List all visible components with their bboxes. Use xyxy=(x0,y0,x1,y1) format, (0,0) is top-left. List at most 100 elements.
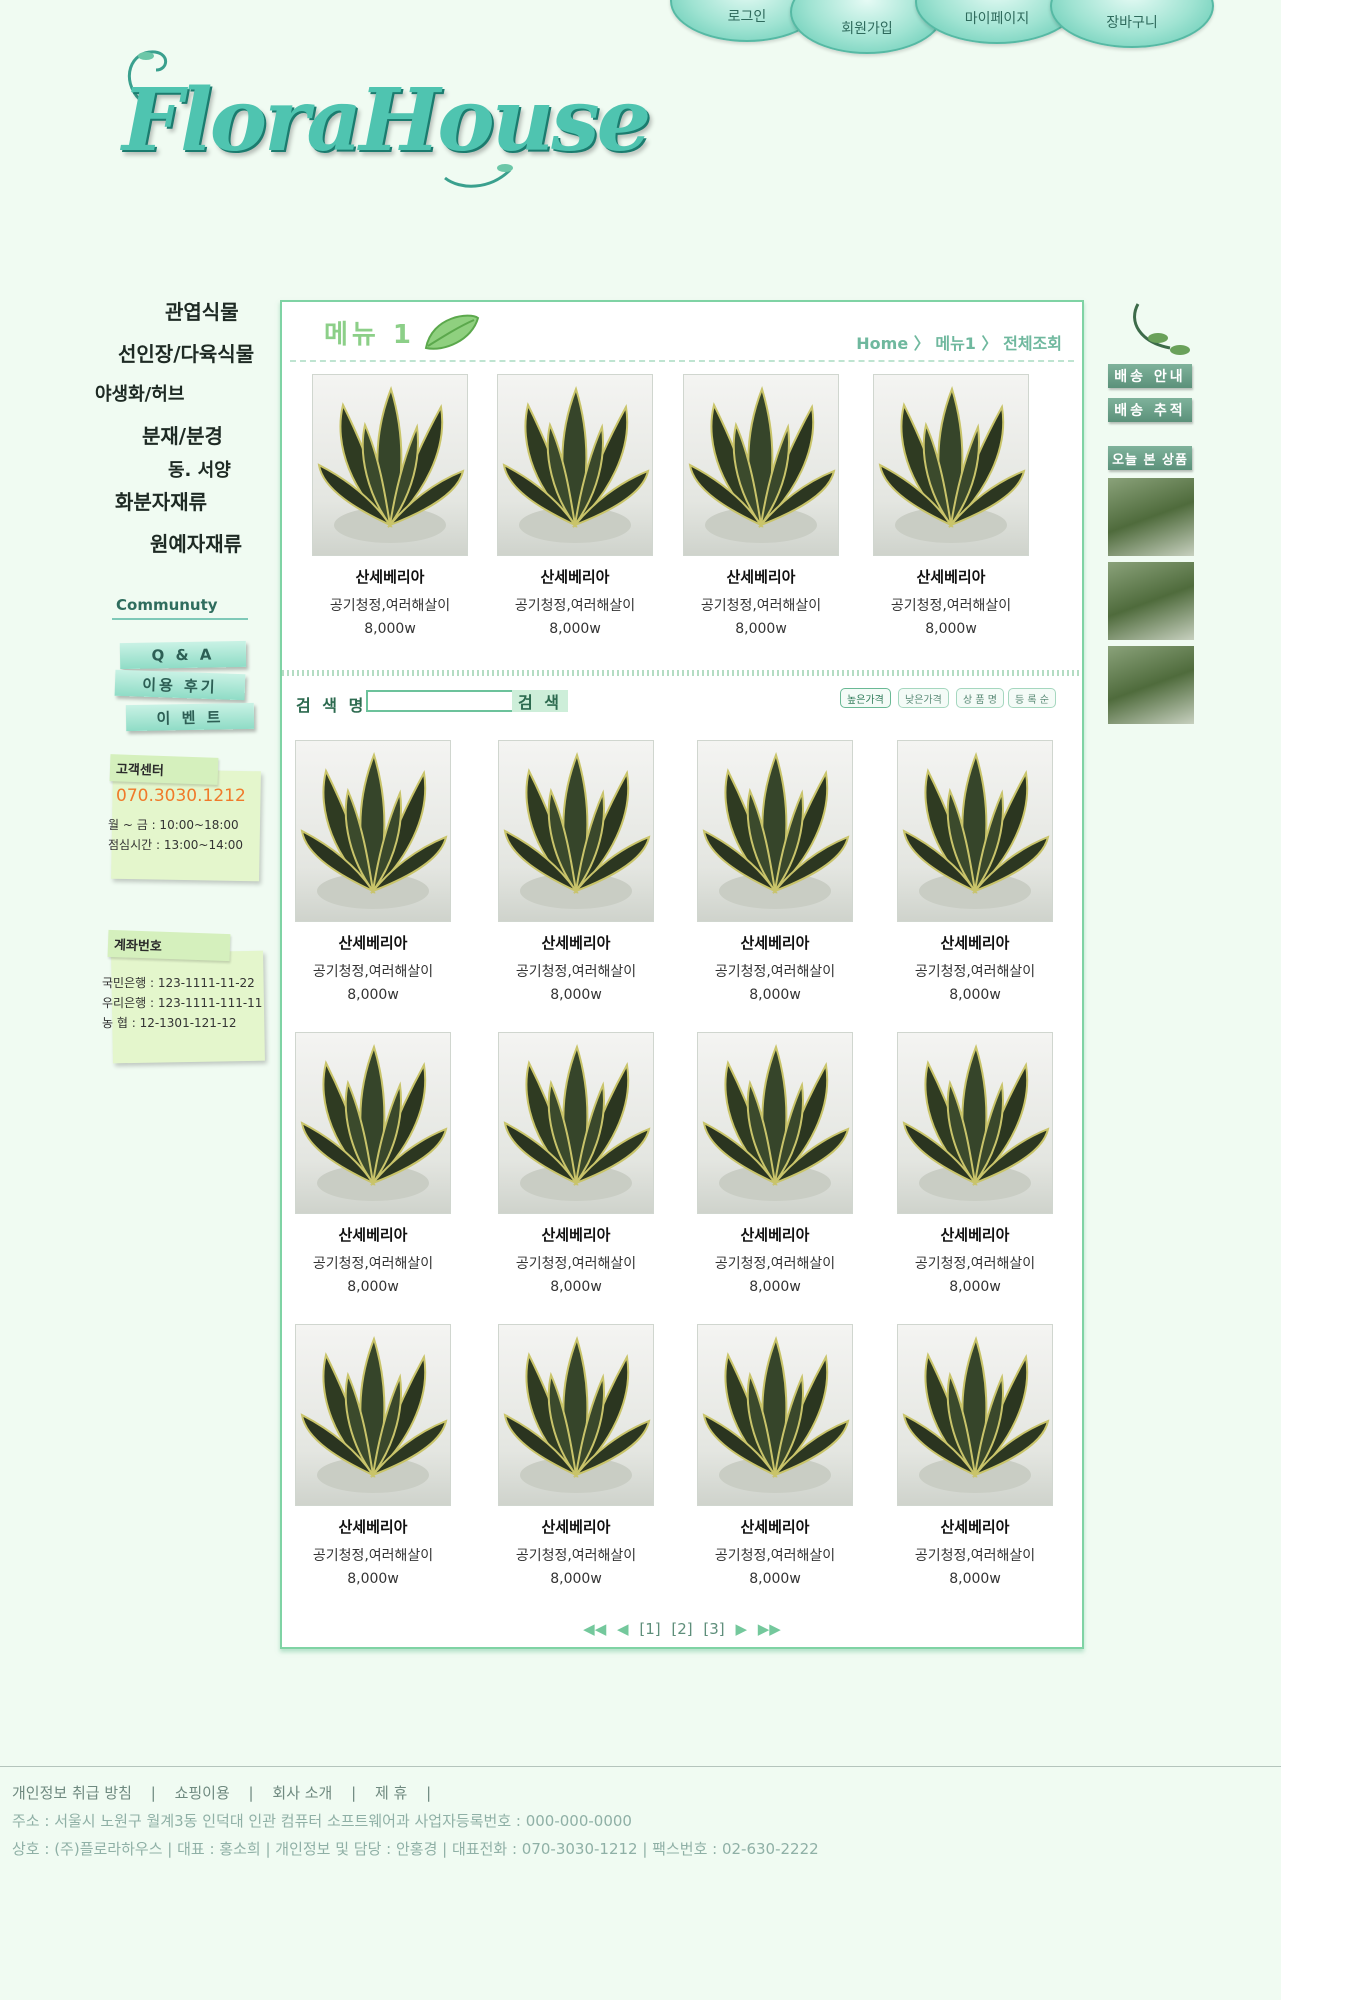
site-logo[interactable]: FloraHouse xyxy=(110,40,651,200)
product-image[interactable] xyxy=(498,740,654,922)
breadcrumb-home[interactable]: Home xyxy=(856,334,908,353)
product-card[interactable]: 산세베리아 공기청정,여러해살이 8,000w xyxy=(283,1032,463,1295)
next-page-button[interactable]: ▶ xyxy=(735,1620,747,1638)
product-name[interactable]: 산세베리아 xyxy=(671,566,851,587)
category-cactus[interactable]: 선인장/다육식물 xyxy=(118,338,254,367)
community-underline xyxy=(112,618,248,620)
product-name[interactable]: 산세베리아 xyxy=(861,566,1041,587)
product-desc: 공기청정,여러해살이 xyxy=(914,1256,1036,1272)
category-wildflower[interactable]: 야생화/허브 xyxy=(95,380,184,406)
cart-button[interactable]: 장바구니 xyxy=(1050,0,1214,48)
company-intro-link[interactable]: 회사 소개 xyxy=(272,1784,332,1802)
product-image[interactable] xyxy=(873,374,1029,556)
product-desc: 공기청정,여러해살이 xyxy=(515,964,637,980)
product-image[interactable] xyxy=(683,374,839,556)
product-desc: 공기청정,여러해살이 xyxy=(700,598,822,614)
main-content: 메뉴 1 Home 〉 메뉴1 〉 전체조회 검 색 명 검 색 높은가격 낮은… xyxy=(280,300,1084,1649)
product-image[interactable] xyxy=(897,1324,1053,1506)
product-name[interactable]: 산세베리아 xyxy=(885,1516,1065,1537)
shipping-track-button[interactable]: 배송 추적 xyxy=(1108,398,1192,422)
customer-center-phone: 070.3030.1212 xyxy=(116,786,246,806)
product-image[interactable] xyxy=(897,1032,1053,1214)
recent-item-thumbnail[interactable] xyxy=(1108,646,1194,724)
partnership-link[interactable]: 제 휴 xyxy=(375,1784,407,1802)
recent-item-thumbnail[interactable] xyxy=(1108,562,1194,640)
sort-price-high[interactable]: 높은가격 xyxy=(840,688,891,708)
product-card[interactable]: 산세베리아 공기청정,여러해살이 8,000w xyxy=(283,1324,463,1587)
product-name[interactable]: 산세베리아 xyxy=(685,1516,865,1537)
product-name[interactable]: 산세베리아 xyxy=(486,932,666,953)
plant-image-icon xyxy=(300,1335,448,1493)
product-card[interactable]: 산세베리아 공기청정,여러해살이 8,000w xyxy=(485,374,665,637)
product-image[interactable] xyxy=(312,374,468,556)
product-card[interactable]: 산세베리아 공기청정,여러해살이 8,000w xyxy=(300,374,480,637)
category-foliage[interactable]: 관엽식물 xyxy=(165,296,239,325)
product-image[interactable] xyxy=(697,1032,853,1214)
review-button[interactable]: 이용 후기 xyxy=(114,669,246,701)
community-title[interactable]: Communuty xyxy=(116,596,218,614)
product-card[interactable]: 산세베리아 공기청정,여러해살이 8,000w xyxy=(486,1324,666,1587)
product-image[interactable] xyxy=(498,1324,654,1506)
event-button[interactable]: 이 벤 트 xyxy=(125,702,255,732)
page-1[interactable]: [1] xyxy=(639,1620,660,1638)
product-card[interactable]: 산세베리아 공기청정,여러해살이 8,000w xyxy=(861,374,1041,637)
product-desc: 공기청정,여러해살이 xyxy=(890,598,1012,614)
product-name[interactable]: 산세베리아 xyxy=(283,1516,463,1537)
search-button[interactable]: 검 색 xyxy=(512,690,569,712)
product-name[interactable]: 산세베리아 xyxy=(885,1224,1065,1245)
sort-registered[interactable]: 등 록 순 xyxy=(1008,688,1056,708)
search-input[interactable] xyxy=(366,690,514,712)
product-image[interactable] xyxy=(295,1032,451,1214)
shopping-guide-link[interactable]: 쇼핑이용 xyxy=(175,1784,230,1802)
qna-button[interactable]: Q & A xyxy=(119,640,247,670)
footer-separator: | xyxy=(426,1784,432,1802)
last-page-button[interactable]: ▶▶ xyxy=(758,1620,781,1638)
product-price: 8,000w xyxy=(749,1571,801,1587)
category-east-west[interactable]: 동. 서양 xyxy=(168,456,231,482)
category-bonsai[interactable]: 분재/분경 xyxy=(142,420,223,449)
product-desc: 공기청정,여러해살이 xyxy=(312,1256,434,1272)
page-3[interactable]: [3] xyxy=(703,1620,724,1638)
product-name[interactable]: 산세베리아 xyxy=(486,1224,666,1245)
product-image[interactable] xyxy=(497,374,653,556)
product-name[interactable]: 산세베리아 xyxy=(486,1516,666,1537)
product-card[interactable]: 산세베리아 공기청정,여러해살이 8,000w xyxy=(671,374,851,637)
product-name[interactable]: 산세베리아 xyxy=(485,566,665,587)
product-name[interactable]: 산세베리아 xyxy=(283,1224,463,1245)
breadcrumb-menu[interactable]: 메뉴1 xyxy=(935,334,976,353)
page-2[interactable]: [2] xyxy=(671,1620,692,1638)
product-desc: 공기청정,여러해살이 xyxy=(914,1548,1036,1564)
product-image[interactable] xyxy=(697,740,853,922)
product-card[interactable]: 산세베리아 공기청정,여러해살이 8,000w xyxy=(283,740,463,1003)
product-name[interactable]: 산세베리아 xyxy=(685,932,865,953)
product-image[interactable] xyxy=(295,740,451,922)
product-card[interactable]: 산세베리아 공기청정,여러해살이 8,000w xyxy=(486,1032,666,1295)
product-card[interactable]: 산세베리아 공기청정,여러해살이 8,000w xyxy=(885,1032,1065,1295)
category-gardening[interactable]: 원예자재류 xyxy=(150,528,242,557)
product-card[interactable]: 산세베리아 공기청정,여러해살이 8,000w xyxy=(685,1032,865,1295)
product-image[interactable] xyxy=(697,1324,853,1506)
product-card[interactable]: 산세베리아 공기청정,여러해살이 8,000w xyxy=(885,1324,1065,1587)
sort-price-low[interactable]: 낮은가격 xyxy=(898,688,949,708)
product-card[interactable]: 산세베리아 공기청정,여러해살이 8,000w xyxy=(885,740,1065,1003)
product-image[interactable] xyxy=(498,1032,654,1214)
prev-page-button[interactable]: ◀ xyxy=(617,1620,629,1638)
product-name[interactable]: 산세베리아 xyxy=(283,932,463,953)
product-card[interactable]: 산세베리아 공기청정,여러해살이 8,000w xyxy=(685,740,865,1003)
breadcrumb-separator: 〉 xyxy=(981,334,998,353)
footer-divider xyxy=(0,1766,1281,1767)
product-name[interactable]: 산세베리아 xyxy=(885,932,1065,953)
category-pots[interactable]: 화분자재류 xyxy=(115,486,207,515)
product-image[interactable] xyxy=(897,740,1053,922)
first-page-button[interactable]: ◀◀ xyxy=(583,1620,606,1638)
product-card[interactable]: 산세베리아 공기청정,여러해살이 8,000w xyxy=(685,1324,865,1587)
shipping-info-button[interactable]: 배송 안내 xyxy=(1108,364,1192,388)
product-desc: 공기청정,여러해살이 xyxy=(514,598,636,614)
recent-item-thumbnail[interactable] xyxy=(1108,478,1194,556)
product-card[interactable]: 산세베리아 공기청정,여러해살이 8,000w xyxy=(486,740,666,1003)
product-name[interactable]: 산세베리아 xyxy=(300,566,480,587)
product-image[interactable] xyxy=(295,1324,451,1506)
product-name[interactable]: 산세베리아 xyxy=(685,1224,865,1245)
sort-name[interactable]: 상 품 명 xyxy=(956,688,1004,708)
privacy-policy-link[interactable]: 개인정보 취급 방침 xyxy=(12,1784,132,1802)
